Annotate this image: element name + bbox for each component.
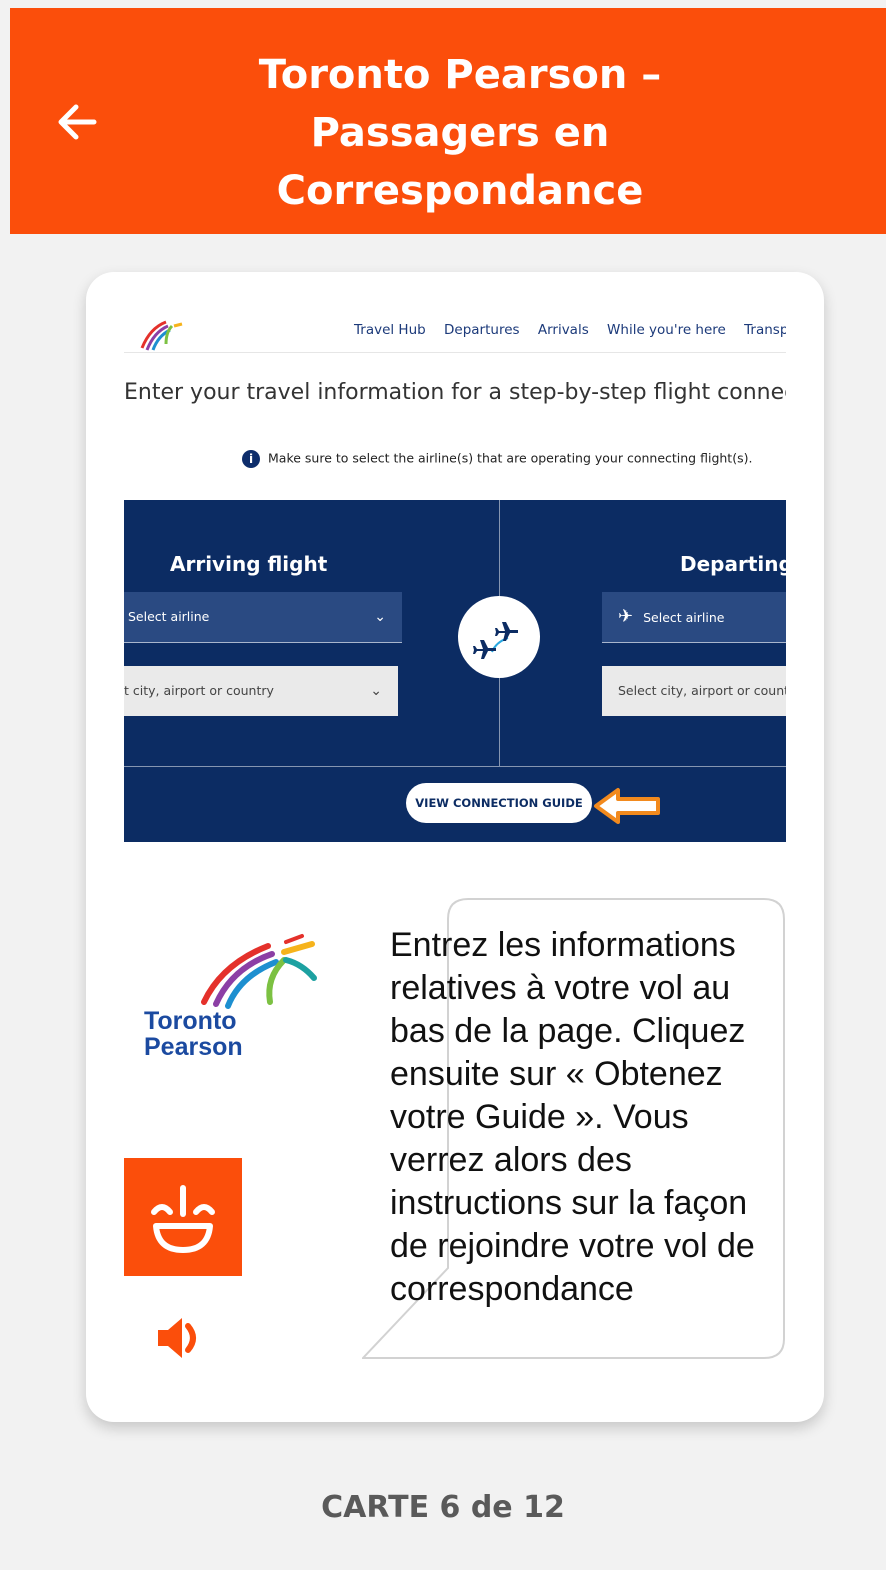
airline-notice: i Make sure to select the airline(s) that… — [242, 450, 752, 468]
page-title: Toronto Pearson – Passagers en Correspon… — [210, 46, 710, 220]
arriving-airline-select: Select airline ⌄ — [124, 592, 402, 643]
info-icon: i — [242, 450, 260, 468]
departing-airline-placeholder: Select airline — [643, 610, 725, 625]
intro-heading: Enter your travel information for a step… — [124, 380, 786, 405]
website-screenshot-image: Travel Hub Departures Arrivals While you… — [124, 300, 786, 842]
back-arrow-icon[interactable] — [50, 90, 114, 154]
nav-transport: Transporta — [744, 322, 786, 338]
notice-text: Make sure to select the airline(s) that … — [268, 450, 753, 466]
connecting-planes-icon — [458, 596, 540, 678]
panel-divider-horizontal — [124, 766, 786, 767]
nav-travel-hub: Travel Hub — [354, 322, 426, 338]
view-connection-guide-button: VIEW CONNECTION GUIDE — [406, 783, 592, 823]
chevron-down-icon: ⌄ — [370, 683, 382, 699]
departing-city-select: Select city, airport or country — [602, 666, 786, 716]
mascot-face-icon — [124, 1158, 242, 1276]
arriving-airline-placeholder: Select airline — [128, 609, 210, 624]
pointer-arrow-icon — [594, 788, 660, 824]
arriving-city-placeholder: t city, airport or country — [124, 683, 274, 698]
departing-city-placeholder: Select city, airport or country — [618, 683, 786, 698]
instruction-text: Entrez les informations relatives à votr… — [390, 926, 755, 1308]
chevron-down-icon: ⌄ — [374, 609, 386, 625]
speaker-audio-icon[interactable] — [152, 1308, 212, 1368]
pearson-logo-small-icon — [140, 320, 183, 351]
logo-line-2: Pearson — [144, 1033, 243, 1061]
arriving-flight-title: Arriving flight — [170, 552, 328, 576]
departing-airline-select: ✈ Select airline — [602, 592, 786, 643]
content-card: Travel Hub Departures Arrivals While you… — [86, 272, 824, 1422]
title-line-3: Correspondance — [276, 168, 644, 214]
card-counter: CARTE 6 de 12 — [321, 1490, 565, 1525]
top-app-bar: Toronto Pearson – Passagers en Correspon… — [10, 8, 886, 234]
nav-while-here: While you're here — [607, 322, 726, 338]
title-line-2: Passagers en — [310, 110, 610, 156]
website-nav: Travel Hub Departures Arrivals While you… — [354, 322, 786, 338]
nav-arrivals: Arrivals — [537, 322, 589, 338]
toronto-pearson-wordmark: Toronto Pearson — [144, 1008, 243, 1060]
plane-icon: ✈ — [618, 606, 634, 627]
departing-flight-title: Departing — [680, 552, 786, 576]
nav-divider — [124, 352, 786, 353]
title-line-1: Toronto Pearson – — [258, 52, 662, 98]
arriving-city-select: t city, airport or country ⌄ — [124, 666, 398, 716]
logo-line-1: Toronto — [144, 1007, 237, 1035]
connection-panel: Arriving flight Departing Select airline… — [124, 500, 786, 842]
nav-departures: Departures — [444, 322, 520, 338]
